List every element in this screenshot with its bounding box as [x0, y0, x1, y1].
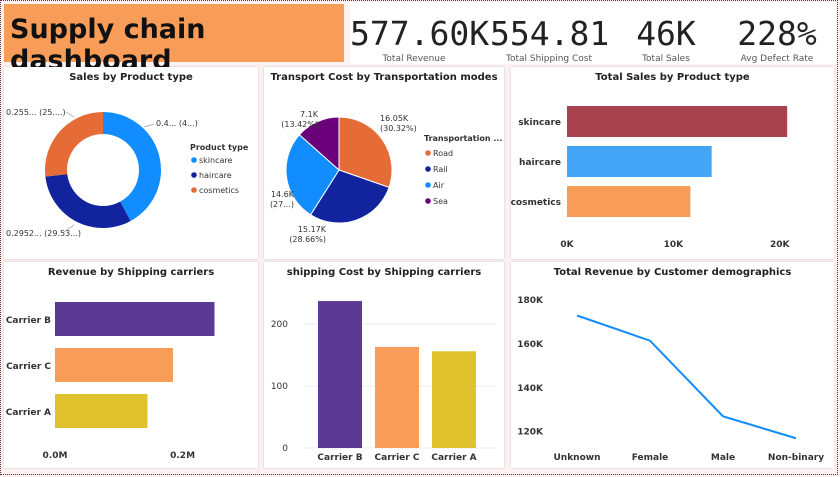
donut-slice-haircare — [45, 174, 131, 228]
category-label: Carrier A — [431, 453, 476, 463]
x-tick-label: 10K — [664, 240, 685, 250]
legend-title: Transportation ... — [424, 134, 502, 143]
donut-slice-skincare — [103, 112, 161, 221]
leader-line — [143, 123, 155, 128]
kpi-total-shipping-cost: 554.81 Total Shipping Cost — [490, 2, 610, 64]
panel-total-sales: Total Sales by Product type skincare hair… — [511, 67, 834, 259]
x-tick-label: Female — [632, 453, 669, 463]
panel-revenue-by-carrier: Revenue by Shipping carriers Carrier B Ca… — [4, 262, 258, 468]
category-label: cosmetics — [511, 198, 561, 208]
legend-marker — [425, 166, 431, 172]
category-label: Carrier A — [6, 408, 51, 418]
donut-chart: 0.4... (4...) 0.2952... (29.53...) 0.255..… — [6, 108, 249, 238]
legend-item-cosmetics: cosmetics — [199, 186, 239, 195]
bar-haircare — [567, 146, 712, 177]
data-label: 15.17K (28.66%) — [289, 225, 326, 244]
kpi-value: 554.81 — [490, 14, 610, 53]
line-chart: 120K 140K 160K 180K Unknown Female Male Non-bin… — [517, 296, 824, 463]
kpi-label: Total Revenue — [382, 54, 446, 64]
revenue-line — [576, 314, 797, 440]
panel-transport-cost: Transport Cost by Transportation modes 1… — [264, 67, 504, 259]
kpi-label: Total Shipping Cost — [505, 54, 592, 64]
category-label: Carrier C — [6, 362, 51, 372]
y-tick-label: 100 — [271, 382, 288, 392]
category-label: Carrier B — [317, 453, 362, 463]
x-tick-label: Male — [711, 453, 735, 463]
kpi-total-revenue: 577.60K Total Revenue — [350, 2, 490, 64]
panel-revenue-by-demographics: Total Revenue by Customer demographics 1… — [511, 262, 834, 468]
title-banner: Supply chain dashboard — [4, 4, 344, 76]
data-label: 7.1K (13.42%) — [281, 110, 319, 129]
y-tick-label: 200 — [271, 320, 288, 330]
bar-Carrier C — [375, 346, 419, 448]
bar-skincare — [567, 106, 788, 137]
column-chart: 0 100 200 Carrier B Carrier C Carrier A — [271, 301, 496, 463]
bar-Carrier A — [55, 394, 148, 428]
kpi-label: Total Sales — [642, 54, 690, 64]
legend-title: Product type — [190, 143, 249, 152]
legend-item-Sea: Sea — [433, 197, 448, 206]
kpi-value: 228% — [737, 14, 817, 53]
bar-Carrier C — [55, 348, 174, 382]
kpi-total-sales: 46K Total Sales — [618, 2, 714, 64]
x-tick-label: Unknown — [553, 453, 600, 463]
legend-marker — [191, 157, 197, 163]
data-label: 0.2952... (29.53...) — [6, 229, 81, 238]
kpi-strip: 577.60K Total Revenue 554.81 Total Shipp… — [350, 2, 836, 64]
data-label: 14.6K (27...) — [270, 190, 295, 209]
data-label: 16.05K (30.32%) — [380, 114, 417, 133]
donut-slice-cosmetics — [44, 112, 103, 177]
legend-item-Rail: Rail — [433, 165, 448, 174]
x-tick-label: Non-binary — [768, 453, 824, 463]
bar-cosmetics — [567, 186, 691, 217]
legend-item-skincare: skincare — [199, 156, 233, 165]
bar-Carrier B — [55, 302, 215, 336]
pie-chart: 16.05K (30.32%) 15.17K (28.66%) 14.6K (27...)… — [270, 110, 503, 244]
y-tick-label: 140K — [517, 384, 544, 394]
x-tick-label: 0K — [560, 240, 574, 250]
data-label: 0.4... (4...) — [156, 119, 198, 128]
legend-marker — [191, 172, 197, 178]
y-tick-label: 180K — [517, 296, 544, 306]
kpi-value: 46K — [636, 14, 696, 53]
data-label: 0.255... (25....) — [6, 108, 66, 117]
legend-marker — [425, 198, 431, 204]
x-tick-label: 20K — [770, 240, 791, 250]
kpi-value: 577.60K — [350, 14, 490, 53]
legend-marker — [425, 150, 431, 156]
category-label: Carrier C — [375, 453, 420, 463]
legend-marker — [191, 187, 197, 193]
panel-sales-by-product-type: Sales by Product type 0.4... (4...) 0.295… — [4, 67, 258, 259]
y-tick-label: 160K — [517, 340, 544, 350]
category-label: Carrier B — [6, 316, 51, 326]
x-tick-label: 0.0M — [43, 451, 68, 461]
x-tick-label: 0.2M — [170, 451, 195, 461]
bar-chart: Carrier B Carrier C Carrier A 0.0M 0.2M — [6, 302, 215, 461]
category-label: haircare — [519, 158, 561, 168]
legend-item-haircare: haircare — [199, 171, 232, 180]
y-tick-label: 0 — [282, 444, 288, 454]
legend-item-Road: Road — [433, 149, 453, 158]
leader-line — [65, 111, 75, 118]
kpi-avg-defect-rate: 228% Avg Defect Rate — [724, 2, 830, 64]
bar-Carrier B — [318, 301, 362, 448]
y-tick-label: 120K — [517, 428, 544, 438]
bar-chart: skincare haircare cosmetics 0K 10K 20K — [511, 106, 791, 250]
panel-shipping-cost: shipping Cost by Shipping carriers 0 100 2… — [264, 262, 504, 468]
legend-marker — [425, 182, 431, 188]
kpi-label: Avg Defect Rate — [740, 54, 814, 64]
category-label: skincare — [518, 118, 561, 128]
legend-item-Air: Air — [433, 181, 445, 190]
bar-Carrier A — [432, 351, 476, 448]
